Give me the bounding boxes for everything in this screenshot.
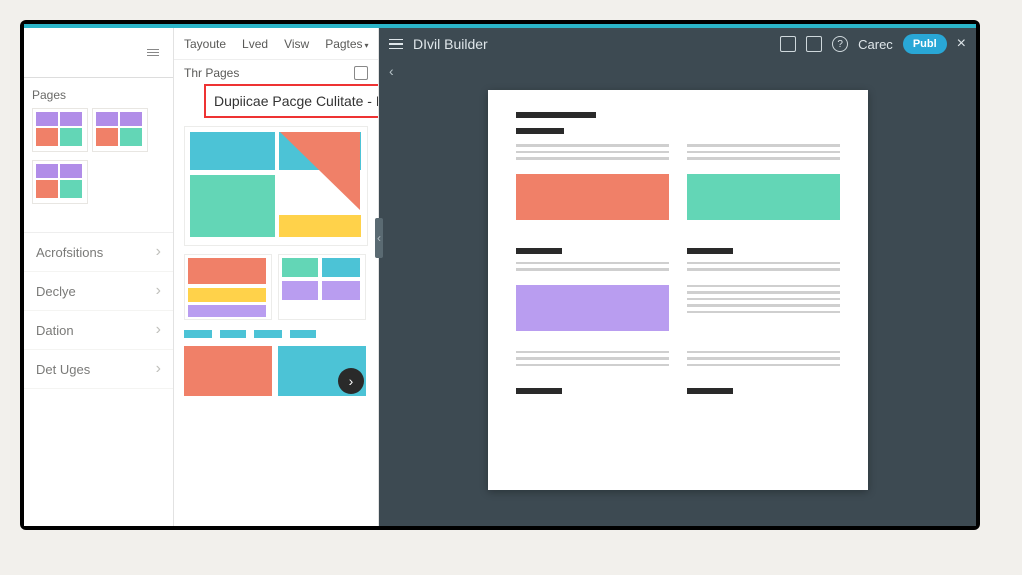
menu-layouts[interactable]: Tayoute — [184, 37, 226, 51]
page-thumbnail[interactable] — [32, 108, 88, 152]
menu-view[interactable]: Visw — [284, 37, 309, 51]
left-sidebar: Pages Acrofsitions › Declye › Dation › Det … — [24, 28, 174, 526]
chevron-down-icon: ▾ — [365, 41, 369, 50]
layout-thumbnail[interactable] — [184, 254, 272, 320]
page-thumbnail[interactable] — [92, 108, 148, 152]
device-icon[interactable] — [780, 36, 796, 52]
chevron-right-icon: › — [156, 282, 161, 300]
close-icon[interactable]: × — [957, 35, 966, 53]
heading-block — [516, 128, 564, 134]
sidebar-item[interactable]: Dation › — [24, 311, 173, 350]
collapse-icon[interactable] — [147, 44, 165, 62]
publish-button[interactable]: Publ — [903, 34, 947, 54]
menu-icon[interactable] — [389, 39, 403, 50]
chevron-right-icon: › — [156, 243, 161, 261]
layouts-panel: Tayoute Lved Visw Pagtes▾ Thr Pages Dupi… — [174, 28, 379, 526]
sidebar-item[interactable]: Acrofsitions › — [24, 233, 173, 272]
sidebar-item-label: Dation — [36, 323, 74, 338]
chevron-right-icon: › — [156, 360, 161, 378]
duplicate-page-popup[interactable]: Dupiicae Pacge Culitate - Duplicate Page — [204, 84, 378, 118]
next-fab[interactable]: › — [338, 368, 364, 394]
heading-block — [687, 388, 733, 394]
segment — [290, 330, 316, 338]
layout-thumbnail-large[interactable] — [184, 126, 368, 246]
heading-block — [516, 388, 562, 394]
segment — [220, 330, 246, 338]
user-label[interactable]: Carec — [858, 37, 893, 52]
sidebar-item-label: Declye — [36, 284, 76, 299]
sidebar-item-label: Acrofsitions — [36, 245, 103, 260]
menu-lved[interactable]: Lved — [242, 37, 268, 51]
page-thumbnail[interactable] — [32, 160, 88, 204]
sidebar-item[interactable]: Det Uges › — [24, 350, 173, 389]
chevron-right-icon: › — [349, 373, 354, 389]
page-icon[interactable] — [806, 36, 822, 52]
layout-swatch[interactable] — [184, 346, 272, 396]
builder-subbar: ‹ — [379, 60, 976, 82]
heading-block — [516, 248, 562, 254]
segment — [254, 330, 282, 338]
heading-block — [687, 248, 733, 254]
builder-area: DIvil Builder ? Carec Publ × ‹ — [379, 28, 976, 526]
import-icon[interactable] — [354, 66, 368, 80]
help-icon[interactable]: ? — [832, 36, 848, 52]
pages-section-label: Pages — [24, 78, 173, 108]
panel-resize-handle[interactable] — [375, 218, 383, 258]
chevron-right-icon: › — [156, 321, 161, 339]
heading-block — [516, 112, 596, 118]
pages-header-title: Thr Pages — [184, 66, 239, 80]
popup-text: Dupiicae Pacge Culitate - Duplicate Page — [214, 93, 378, 109]
layouts-menu: Tayoute Lved Visw Pagtes▾ — [174, 28, 378, 60]
sidebar-item[interactable]: Declye › — [24, 272, 173, 311]
back-icon[interactable]: ‹ — [389, 63, 394, 79]
segment — [184, 330, 212, 338]
layout-thumbnail[interactable] — [278, 254, 366, 320]
content-block[interactable] — [516, 285, 669, 331]
content-block[interactable] — [687, 174, 840, 220]
builder-title: DIvil Builder — [413, 36, 488, 52]
content-block[interactable] — [516, 174, 669, 220]
sidebar-item-label: Det Uges — [36, 362, 90, 377]
menu-pages[interactable]: Pagtes▾ — [325, 37, 368, 51]
page-canvas[interactable] — [488, 90, 868, 490]
builder-topbar: DIvil Builder ? Carec Publ × — [379, 28, 976, 60]
progress-row — [184, 330, 368, 338]
sidebar-nav: Acrofsitions › Declye › Dation › Det Uges › — [24, 232, 173, 389]
